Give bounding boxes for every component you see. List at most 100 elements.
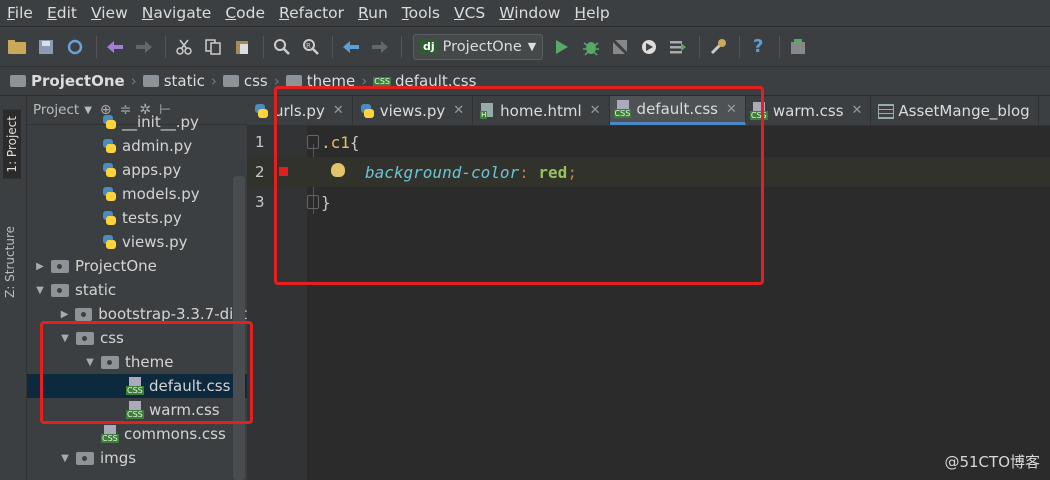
tree-item-label: commons.css [124,425,226,443]
tree-item[interactable]: CSS commons.css [27,422,247,446]
sync-icon[interactable] [62,34,88,60]
python-file-icon [101,234,117,250]
folder-icon [51,283,69,297]
menu-help[interactable]: Help [567,4,616,22]
coverage-icon[interactable] [607,34,633,60]
tree-item[interactable]: __init__.py [27,110,247,134]
open-folder-icon[interactable] [4,34,30,60]
django-icon: dj [420,39,438,54]
folder-icon [51,259,69,273]
tab-project-tool-window[interactable]: 1: Project [3,110,21,179]
navigate-forward-icon[interactable] [367,34,393,60]
tree-item[interactable]: ▼ static [27,278,247,302]
toolbar-separator [263,35,264,58]
copy-icon[interactable] [200,34,226,60]
tab-structure-tool-window[interactable]: Z: Structure [3,226,17,298]
menu-window[interactable]: Window [492,4,567,22]
back-icon[interactable] [102,34,128,60]
menu-view[interactable]: View [84,4,135,22]
tab-warm-css[interactable]: CSS warm.css ✕ [746,96,872,125]
tab-label: warm.css [772,101,844,120]
tree-item-label: admin.py [122,137,193,155]
css-file-icon: CSS [101,425,121,443]
tree-item[interactable]: apps.py [27,158,247,182]
tree-item-label: ProjectOne [75,257,157,275]
tool-window-strip: 1: Project Z: Structure [0,96,27,480]
debug-icon[interactable] [578,34,604,60]
help-icon[interactable]: ? [745,34,771,60]
breadcrumb-item-projectone[interactable]: ProjectOne › [10,72,137,90]
tree-item-label: __init__.py [122,113,199,131]
line-number: 1 [255,133,265,151]
tree-item-label: imgs [100,449,137,467]
svg-text:R: R [306,42,311,50]
tree-item-label: static [75,281,117,299]
sdk-icon[interactable] [785,34,811,60]
run-configuration-select[interactable]: dj ProjectOne ▼ [413,33,544,60]
python-file-icon [101,186,117,202]
table-icon [877,103,895,119]
tree-item[interactable]: ▶ ProjectOne [27,254,247,278]
toolbar-separator [401,35,402,58]
menu-tools[interactable]: Tools [395,4,447,22]
python-file-icon [101,114,117,130]
folder-icon [10,75,26,87]
profile-icon[interactable] [636,34,662,60]
breadcrumb-label: css [243,72,268,90]
menu-vcs[interactable]: VCS [447,4,492,22]
folder-icon [222,75,239,87]
expand-arrow-icon[interactable]: ▼ [33,285,47,296]
python-file-icon [101,162,117,178]
run-configuration-label: ProjectOne [442,38,522,55]
run-icon[interactable] [549,34,575,60]
tree-item-label: tests.py [122,209,182,227]
tree-item-label: apps.py [122,161,182,179]
tree-item[interactable]: models.py [27,182,247,206]
toolbar-separator [699,35,701,58]
highlight-box-tree [40,321,253,424]
tab-label: AssetMange_blog [898,101,1030,120]
watermark: @51CTO博客 [944,453,1040,471]
breadcrumb-label: ProjectOne [31,72,125,90]
menu-file[interactable]: File [0,4,40,22]
build-icon[interactable] [665,34,691,60]
collapse-arrow-icon[interactable]: ▶ [58,309,71,320]
python-file-icon [101,138,117,154]
paste-icon[interactable] [229,34,255,60]
tree-item[interactable]: views.py [27,230,247,254]
tree-item[interactable]: admin.py [27,134,247,158]
navigate-back-icon[interactable] [338,34,364,60]
cut-icon[interactable] [171,34,197,60]
tree-item[interactable]: ▼ imgs [27,446,247,470]
menu-refactor[interactable]: Refactor [272,4,351,22]
tab-assetmange-blog[interactable]: AssetMange_blog [871,96,1039,125]
find-icon[interactable] [269,34,295,60]
save-icon[interactable] [33,34,59,60]
menu-navigate[interactable]: Navigate [135,4,219,22]
tree-item-label: views.py [122,233,188,251]
expand-arrow-icon[interactable]: ▼ [58,453,72,464]
line-number: 2 [255,163,265,181]
python-file-icon [101,210,117,226]
tree-item-label: models.py [122,185,200,203]
toolbar-separator [779,35,781,58]
folder-icon [76,451,94,465]
menu-run[interactable]: Run [351,4,395,22]
collapse-arrow-icon[interactable]: ▶ [33,261,47,272]
menu-edit[interactable]: Edit [40,4,84,22]
breadcrumb-item-css[interactable]: css › [222,72,280,90]
breadcrumb-item-static[interactable]: static › [142,72,217,90]
tree-item[interactable]: tests.py [27,206,247,230]
python-file-icon [253,103,269,119]
toolbar-separator [165,35,166,58]
menu-code[interactable]: Code [218,4,272,22]
replace-icon[interactable]: R [298,34,324,60]
toolbar: R dj ProjectOne ▼ ? [0,26,1050,66]
highlight-box-editor [274,86,764,285]
toolbar-separator [332,35,333,58]
close-icon[interactable]: ✕ [852,103,863,118]
toolbar-separator [739,35,741,58]
toolbar-separator [96,35,97,58]
settings-icon[interactable] [705,34,731,60]
forward-icon[interactable] [131,34,157,60]
